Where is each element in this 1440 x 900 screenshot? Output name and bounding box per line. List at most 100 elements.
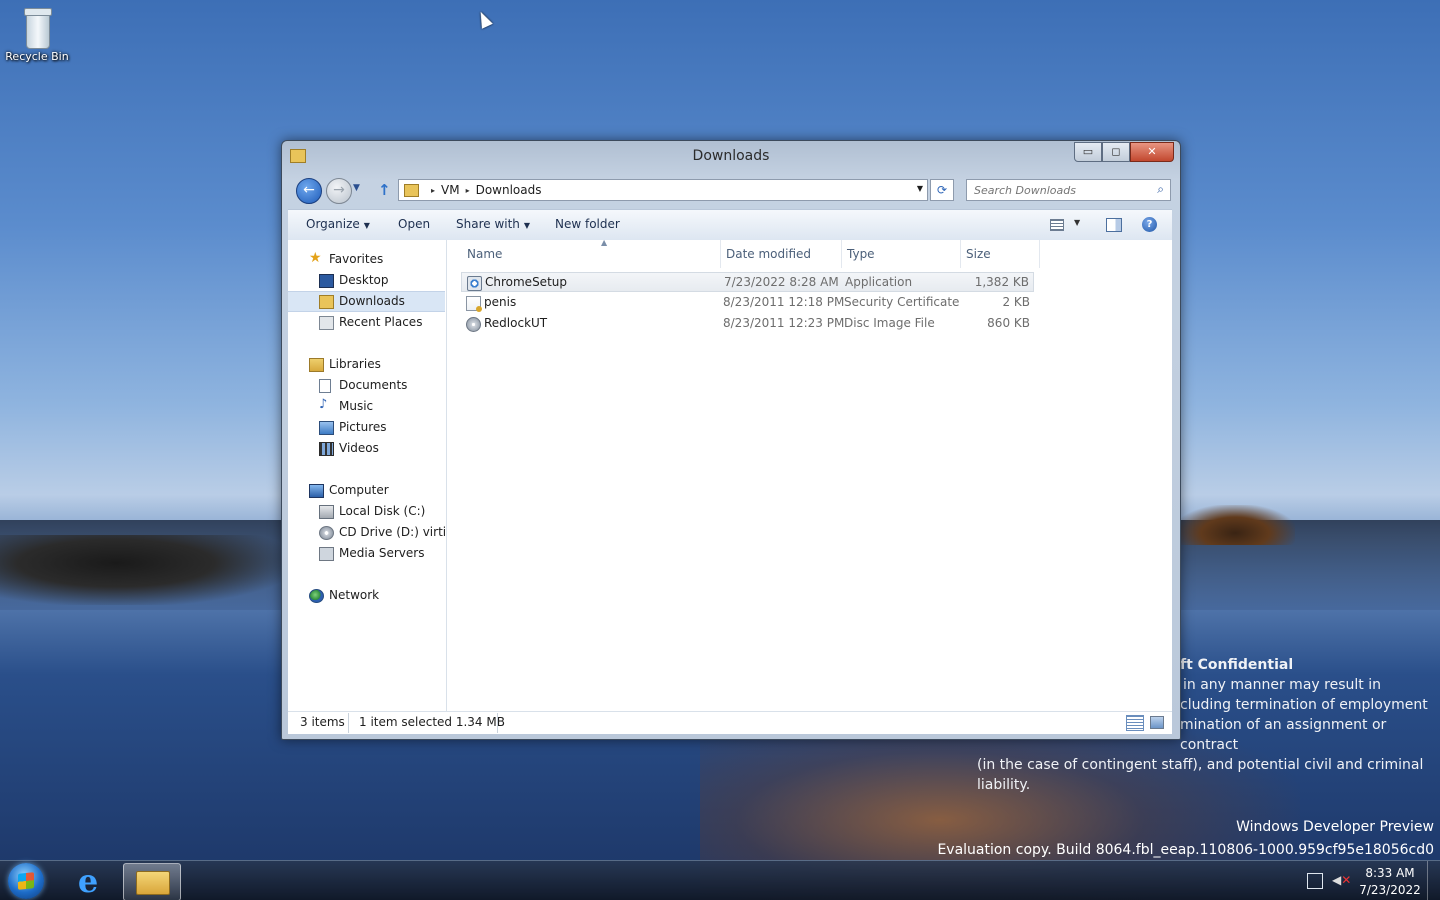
file-row-penis[interactable]: penis 8/23/2011 12:18 PM Security Certif… [461, 293, 1034, 313]
column-header-date-modified[interactable]: Date modified [720, 240, 842, 268]
nav-item-downloads[interactable]: Downloads [288, 291, 445, 312]
breadcrumb-downloads[interactable]: Downloads [476, 183, 542, 197]
desktop-icon [319, 274, 334, 288]
preview-pane-icon[interactable] [1106, 218, 1122, 232]
command-bar: Organize ▼ Open Share with ▼ New folder ▼ … [288, 209, 1172, 241]
column-header-label: Name [467, 247, 503, 261]
windows-logo-icon [18, 872, 34, 890]
disc-image-icon [466, 317, 481, 332]
breadcrumb-vm[interactable]: VM [441, 183, 460, 197]
breadcrumb-separator[interactable]: ▸ [466, 186, 470, 195]
nav-item-favorites[interactable]: ★ Favorites [288, 250, 445, 269]
nav-item-documents[interactable]: Documents [288, 376, 445, 395]
recycle-bin-icon [20, 6, 54, 50]
search-input[interactable] [967, 180, 1152, 200]
file-type: Disc Image File [844, 316, 935, 330]
large-icons-view-icon[interactable] [1150, 716, 1164, 729]
selection-info: 1 item selected 1.34 MB [359, 715, 505, 729]
volume-muted-icon[interactable]: ◀✕ [1332, 873, 1351, 887]
file-size: 1,382 KB [974, 275, 1029, 289]
breadcrumb-separator[interactable]: ▸ [431, 186, 435, 195]
organize-menu-button[interactable]: Organize ▼ [306, 217, 370, 231]
nav-item-network[interactable]: Network [288, 586, 445, 605]
nav-item-label: Music [339, 399, 374, 413]
nav-item-media-servers[interactable]: Media Servers [288, 544, 445, 563]
column-header-name[interactable]: Name ▲ [461, 238, 721, 268]
title-bar[interactable]: Downloads ▭ ◻ ✕ [282, 141, 1180, 171]
nav-item-videos[interactable]: Videos [288, 439, 445, 458]
status-divider [497, 713, 498, 733]
nav-item-label: Pictures [339, 420, 387, 434]
nav-item-libraries[interactable]: Libraries [288, 355, 445, 374]
star-icon: ★ [309, 250, 322, 266]
file-type: Security Certificate [844, 295, 960, 309]
internet-explorer-icon[interactable]: e [70, 865, 106, 897]
column-header-label: Type [847, 247, 875, 261]
help-icon[interactable]: ? [1142, 217, 1157, 232]
column-header-type[interactable]: Type [841, 240, 961, 268]
chevron-down-icon: ▼ [363, 221, 370, 230]
recent-places-icon [319, 316, 334, 330]
nav-item-cd-drive[interactable]: CD Drive (D:) virtio-win [288, 523, 446, 542]
refresh-button[interactable]: ⟳ [930, 179, 954, 201]
change-view-icon[interactable] [1050, 219, 1064, 231]
nav-item-music[interactable]: ♪ Music [288, 397, 445, 416]
action-center-flag-icon[interactable] [1307, 873, 1323, 889]
maximize-button[interactable]: ◻ [1102, 142, 1130, 162]
back-button[interactable]: ← [296, 178, 322, 204]
file-type: Application [845, 275, 913, 289]
nav-item-label: Videos [339, 441, 379, 455]
new-folder-button[interactable]: New folder [555, 217, 620, 231]
nav-item-label: Recent Places [339, 315, 423, 329]
nav-item-computer[interactable]: Computer [288, 481, 445, 500]
nav-item-label: Downloads [339, 294, 405, 308]
status-divider [348, 713, 349, 733]
close-button[interactable]: ✕ [1130, 142, 1174, 162]
application-icon [467, 276, 482, 291]
share-with-label: Share with [456, 217, 520, 231]
explorer-content: ★ Favorites Desktop Downloads Recent Pla… [288, 238, 1172, 711]
sort-ascending-icon: ▲ [601, 238, 608, 247]
file-row-redlockut[interactable]: RedlockUT 8/23/2011 12:23 PM Disc Image … [461, 314, 1034, 334]
recent-pages-dropdown[interactable]: ▼ [353, 183, 360, 193]
desktop-wallpaper-rocks [1175, 505, 1295, 545]
build-watermark: Windows Developer Preview Evaluation cop… [937, 816, 1434, 862]
window-title: Downloads [692, 148, 770, 164]
up-one-level-button[interactable]: ↑ [378, 181, 391, 199]
view-options-dropdown[interactable]: ▼ [1074, 218, 1080, 227]
nav-item-pictures[interactable]: Pictures [288, 418, 445, 437]
start-button[interactable] [8, 863, 44, 899]
recycle-bin-shortcut[interactable]: Recycle Bin [4, 6, 70, 63]
clock[interactable]: 8:33 AM 7/23/2022 [1350, 865, 1430, 899]
nav-item-desktop[interactable]: Desktop [288, 271, 445, 290]
nav-item-label: Libraries [329, 357, 381, 371]
file-date-modified: 8/23/2011 12:23 PM [723, 316, 845, 330]
address-bar[interactable]: ▸ VM ▸ Downloads ▼ [398, 179, 928, 201]
share-with-menu-button[interactable]: Share with ▼ [456, 217, 530, 231]
nav-item-label: Desktop [339, 273, 389, 287]
forward-button[interactable]: → [326, 178, 352, 204]
build-text: Evaluation copy. Build 8064.fbl_eeap.110… [937, 842, 1434, 858]
file-list: Name ▲ Date modified Type Size ChromeSet… [447, 238, 1172, 711]
file-size: 2 KB [1002, 295, 1030, 309]
show-desktop-button[interactable] [1427, 861, 1440, 900]
search-box[interactable]: ⌕ [966, 179, 1171, 201]
file-row-chromesetup[interactable]: ChromeSetup 7/23/2022 8:28 AM Applicatio… [461, 272, 1034, 292]
nav-item-recent-places[interactable]: Recent Places [288, 313, 445, 332]
caption-buttons: ▭ ◻ ✕ [1074, 142, 1174, 162]
nav-item-label: Media Servers [339, 546, 425, 560]
column-header-label: Size [966, 247, 991, 261]
item-count: 3 items [300, 715, 345, 729]
details-view-icon[interactable] [1126, 715, 1144, 731]
downloads-folder-icon [319, 295, 334, 309]
address-history-dropdown[interactable]: ▼ [917, 184, 923, 193]
minimize-button[interactable]: ▭ [1074, 142, 1102, 162]
search-icon[interactable]: ⌕ [1157, 182, 1164, 197]
open-button[interactable]: Open [398, 217, 430, 231]
nav-item-local-disk[interactable]: Local Disk (C:) [288, 502, 445, 521]
libraries-icon [309, 358, 324, 372]
taskbar-explorer-button[interactable] [123, 863, 181, 900]
column-header-size[interactable]: Size [960, 240, 1040, 268]
confidential-line: liability. [977, 777, 1031, 793]
computer-icon [309, 484, 324, 498]
